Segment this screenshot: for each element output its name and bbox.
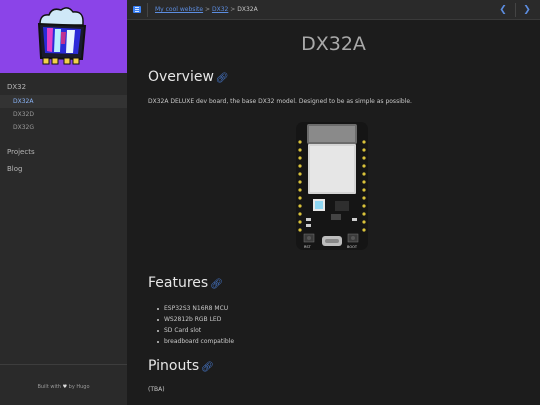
heading-pinouts-text: Pinouts [148, 358, 200, 374]
list-item: ESP32S3 N16R8 MCU [157, 303, 234, 314]
board-label-reset: RST [304, 245, 312, 249]
heading-features-text: Features [148, 275, 209, 291]
page-nav: ❮ ❯ [492, 0, 540, 20]
list-item: WS2812b RGB LED [157, 314, 234, 325]
anchor-link-icon[interactable]: 🔗︎ [216, 73, 229, 84]
list-item: breadboard compatible [157, 336, 234, 347]
breadcrumb-separator: > [205, 6, 211, 13]
breadcrumb: My cool website > DX32 > DX32A [155, 6, 258, 14]
breadcrumb-separator: > [230, 6, 236, 13]
anchor-link-icon[interactable]: 🔗︎ [210, 279, 223, 290]
chevron-right-icon[interactable]: ❯ [520, 3, 534, 17]
sidebar: DX32 DX32A DX32D DX32G Projects Blog Bui… [0, 0, 127, 405]
intro-text: DX32A DELUXE dev board, the base DX32 mo… [148, 98, 412, 105]
divider [147, 3, 148, 17]
sidebar-footer: Built with ♥ by Hugo [0, 364, 127, 405]
heading-features: Features 🔗︎ [148, 275, 223, 291]
sidebar-item-dx32a[interactable]: DX32A [0, 95, 127, 108]
footer-suffix: by Hugo [68, 384, 90, 390]
features-list: ESP32S3 N16R8 MCU WS2812b RGB LED SD Car… [157, 303, 234, 347]
breadcrumb-dx32-link[interactable]: DX32 [212, 6, 228, 13]
list-item: SD Card slot [157, 325, 234, 336]
site-logo[interactable] [0, 0, 127, 73]
heading-pinouts: Pinouts 🔗︎ [148, 358, 214, 374]
pinouts-text: (TBA) [148, 386, 165, 393]
sidebar-item-dx32g[interactable]: DX32G [0, 121, 127, 134]
sidebar-item-dx32d[interactable]: DX32D [0, 108, 127, 121]
page-title: DX32A [301, 33, 366, 55]
heading-overview: Overview 🔗︎ [148, 69, 229, 85]
nav-group-dx32: DX32 DX32A DX32D DX32G [0, 80, 127, 134]
board-label-boot: BOOT [347, 245, 358, 249]
topbar: My cool website > DX32 > DX32A ❮ ❯ [127, 0, 540, 20]
chevron-left-icon[interactable]: ❮ [496, 3, 510, 17]
heading-overview-text: Overview [148, 69, 214, 85]
breadcrumb-current: DX32A [237, 6, 258, 13]
sidebar-item-projects[interactable]: Projects [0, 144, 127, 161]
divider [515, 3, 516, 17]
breadcrumb-home-link[interactable]: My cool website [155, 6, 203, 13]
sidebar-item-blog[interactable]: Blog [0, 161, 127, 178]
anchor-link-icon[interactable]: 🔗︎ [201, 362, 214, 373]
board-image: RST BOOT [296, 122, 368, 250]
footer-prefix: Built with [37, 384, 61, 390]
main-content: DX32A Overview 🔗︎ DX32A DELUXE dev board,… [127, 20, 540, 405]
logo-icon [37, 7, 87, 65]
heart-icon: ♥ [62, 384, 68, 390]
sidebar-nav: DX32 DX32A DX32D DX32G Projects Blog [0, 80, 127, 178]
menu-icon[interactable] [133, 6, 141, 13]
sidebar-section-dx32[interactable]: DX32 [0, 80, 127, 95]
